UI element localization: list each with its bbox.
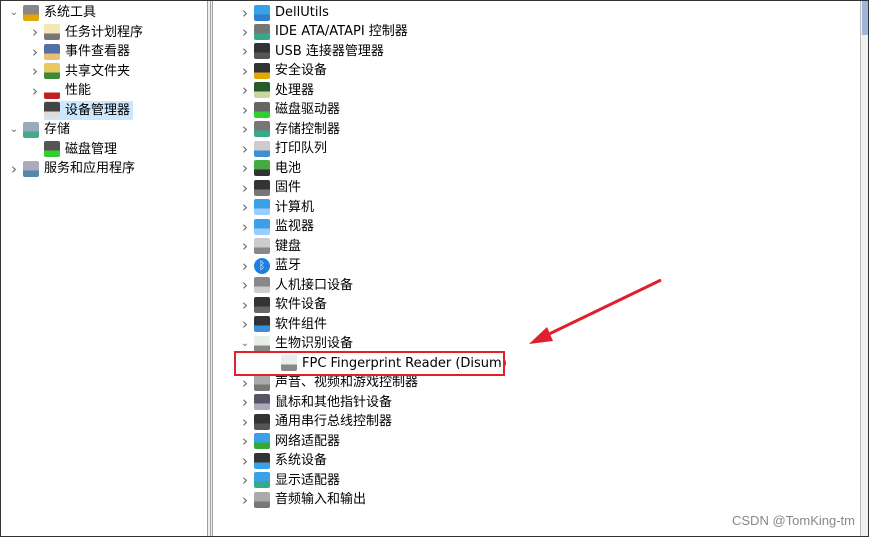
arrow-shaft: [544, 278, 662, 338]
watermark: CSDN @TomKing-tm: [732, 513, 855, 528]
arrow-head: [529, 327, 553, 344]
annotation-arrow: [529, 278, 662, 344]
